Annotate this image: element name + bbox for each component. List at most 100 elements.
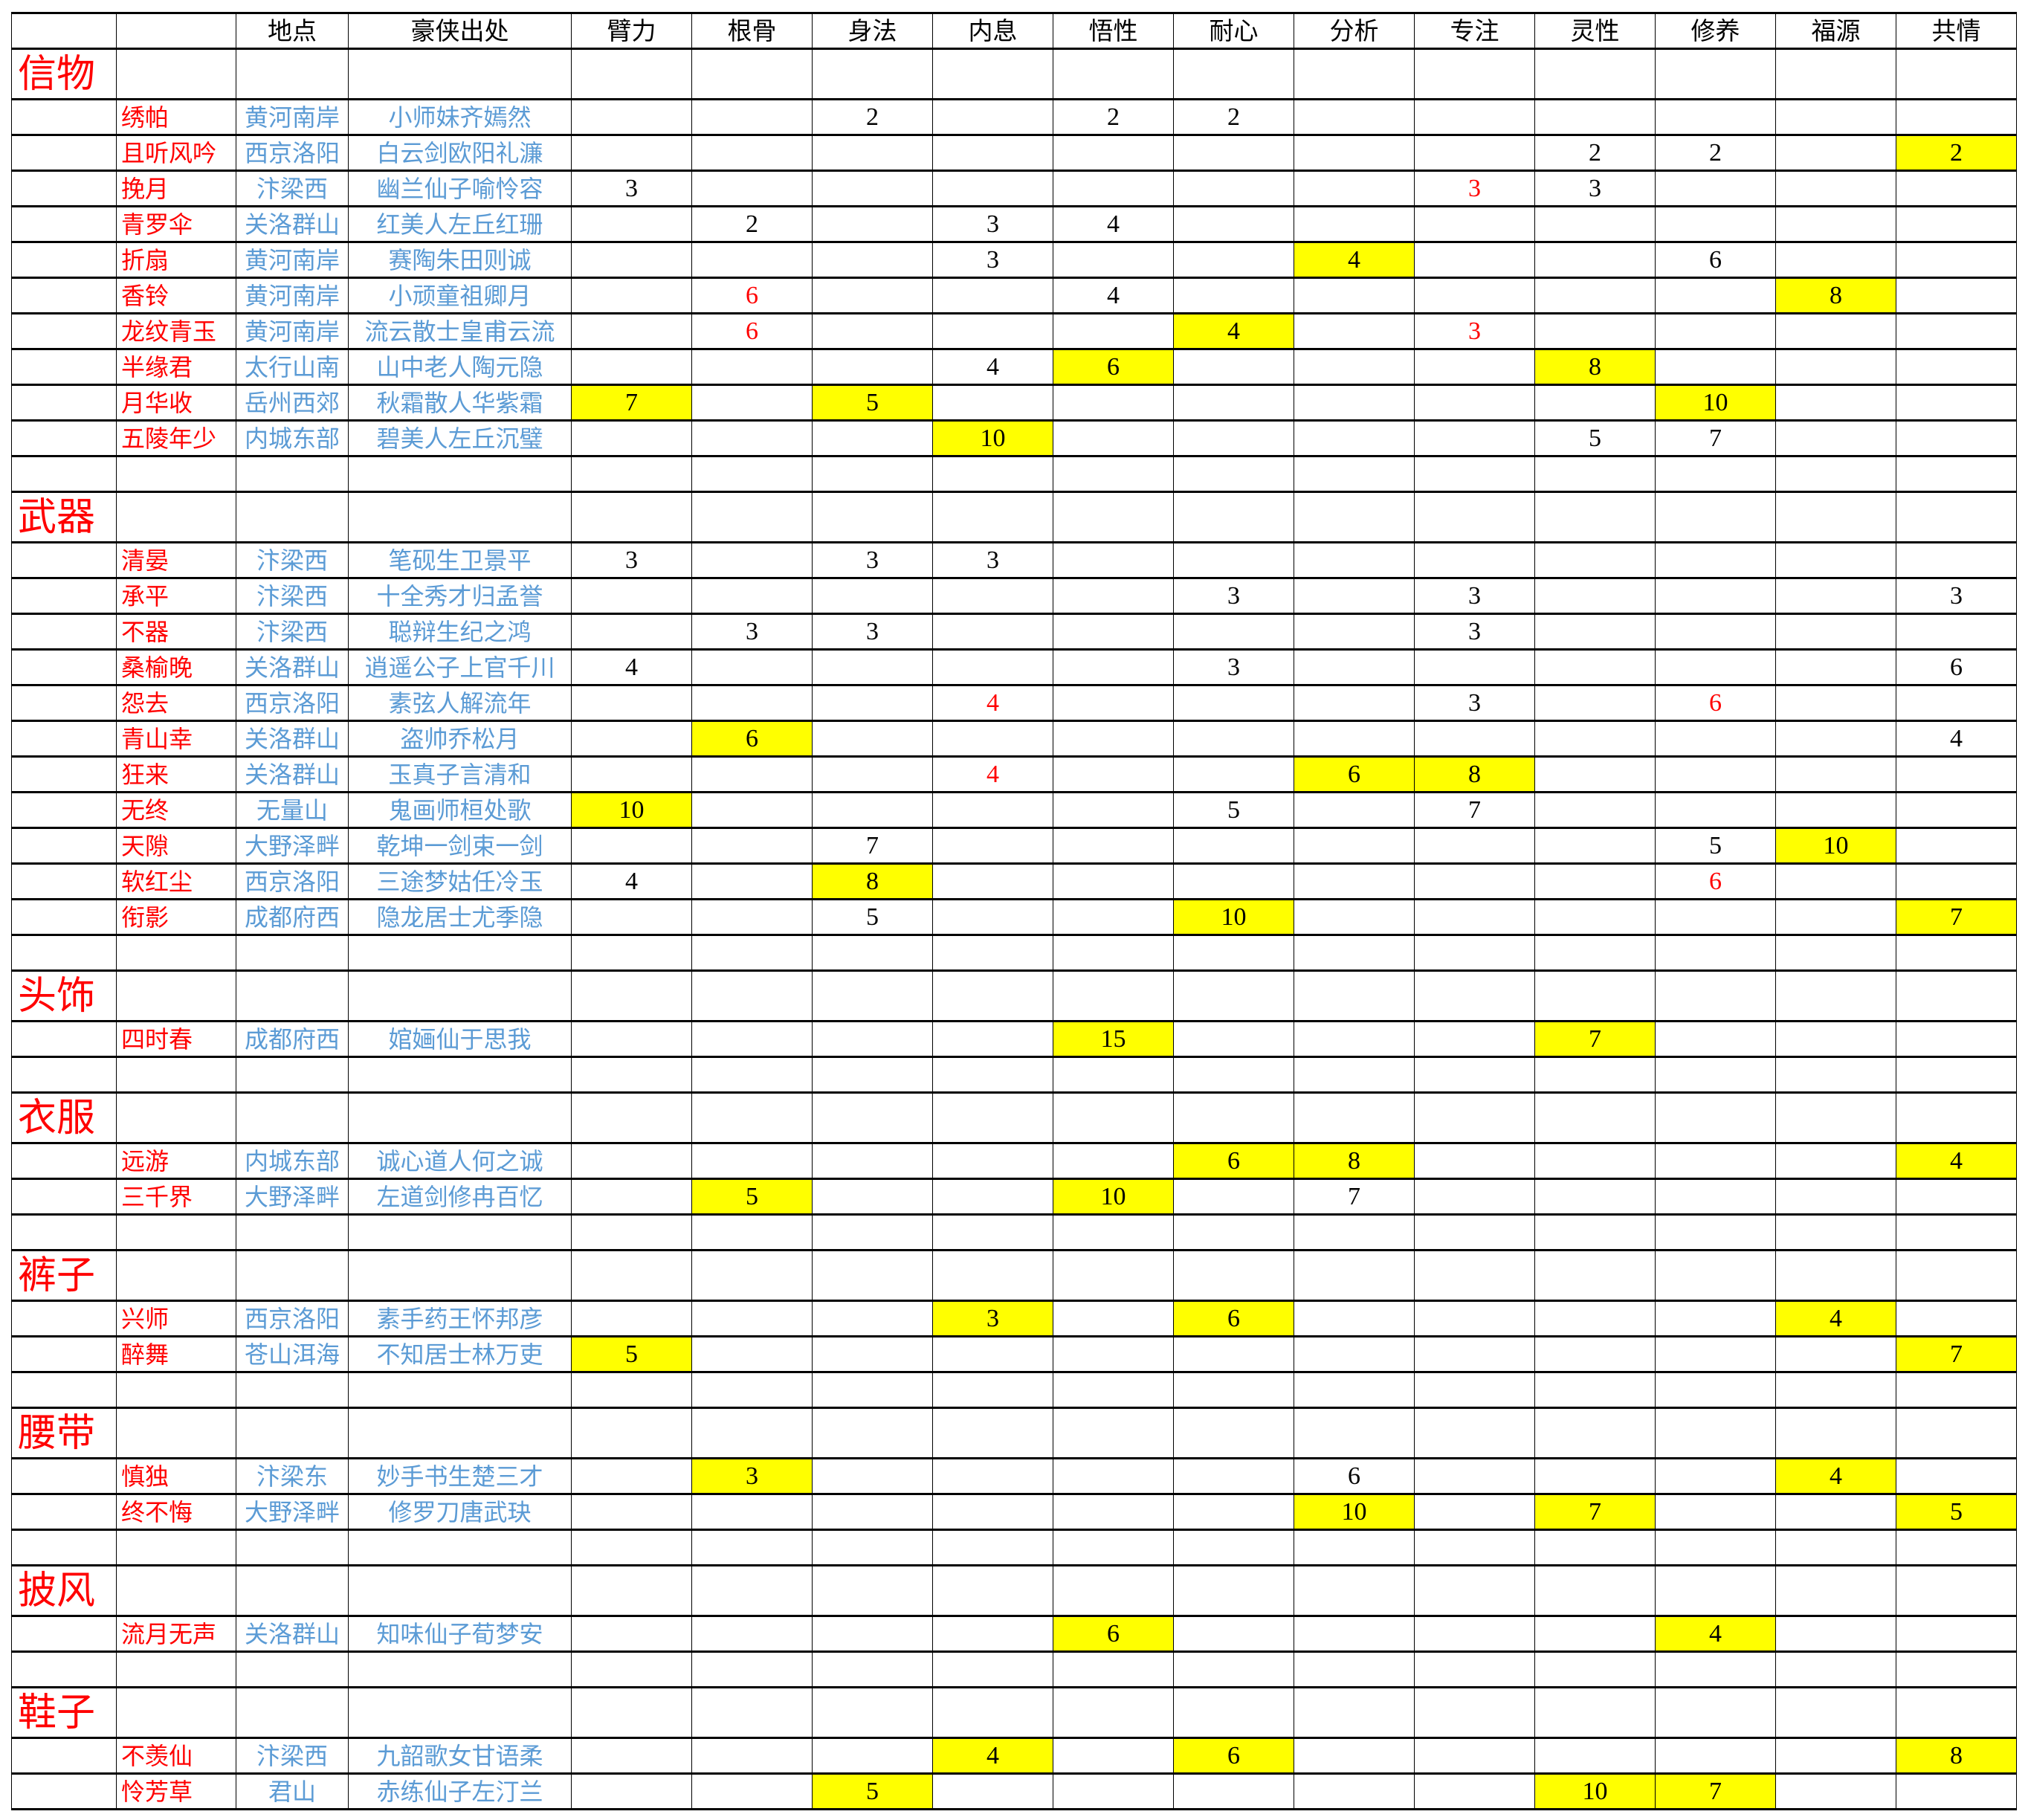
stat-cell[interactable]: 8	[1534, 348, 1656, 386]
stat-cell[interactable]: 10	[1775, 827, 1896, 865]
empty-cell[interactable]	[1896, 491, 2017, 543]
stat-cell[interactable]	[1775, 348, 1896, 386]
empty-cell[interactable]	[571, 1564, 692, 1617]
stat-cell[interactable]	[932, 577, 1053, 615]
empty-cell[interactable]	[932, 1249, 1053, 1302]
empty-cell[interactable]	[11, 1300, 117, 1337]
stat-cell[interactable]: 3	[1414, 684, 1535, 722]
column-header[interactable]: 臂力	[571, 12, 692, 50]
stat-cell[interactable]	[1294, 827, 1415, 865]
empty-cell[interactable]	[348, 1091, 572, 1144]
source-cell[interactable]: 婠婳仙于思我	[348, 1020, 572, 1058]
category-cell[interactable]: 腰带	[11, 1407, 117, 1459]
empty-cell[interactable]	[1655, 1091, 1776, 1144]
empty-cell[interactable]	[1294, 1564, 1415, 1617]
stat-cell[interactable]: 3	[1173, 648, 1294, 686]
stat-cell[interactable]	[1294, 720, 1415, 758]
stat-cell[interactable]	[932, 1142, 1053, 1180]
empty-cell[interactable]	[1173, 1213, 1294, 1251]
stat-cell[interactable]	[571, 348, 692, 386]
stat-cell[interactable]	[932, 1615, 1053, 1653]
stat-cell[interactable]	[1534, 755, 1656, 793]
empty-cell[interactable]	[812, 969, 933, 1022]
stat-cell[interactable]: 10	[1655, 384, 1776, 422]
stat-cell[interactable]	[1414, 1335, 1535, 1373]
category-cell[interactable]: 衣服	[11, 1091, 117, 1144]
item-name-cell[interactable]: 不羡仙	[116, 1737, 236, 1775]
stat-cell[interactable]	[1173, 1335, 1294, 1373]
empty-cell[interactable]	[1173, 1686, 1294, 1739]
empty-cell[interactable]	[236, 1650, 349, 1688]
stat-cell[interactable]	[1775, 862, 1896, 900]
stat-cell[interactable]	[1534, 1615, 1656, 1653]
stat-cell[interactable]	[1655, 577, 1776, 615]
empty-cell[interactable]	[1896, 455, 2017, 493]
empty-cell[interactable]	[348, 1249, 572, 1302]
stat-cell[interactable]	[1534, 1457, 1656, 1495]
empty-cell[interactable]	[236, 1056, 349, 1094]
stat-cell[interactable]	[1775, 170, 1896, 207]
stat-cell[interactable]	[1534, 1178, 1656, 1216]
empty-cell[interactable]	[1655, 1249, 1776, 1302]
stat-cell[interactable]	[812, 205, 933, 243]
stat-cell[interactable]: 10	[571, 791, 692, 829]
empty-cell[interactable]	[571, 1686, 692, 1739]
empty-cell[interactable]	[812, 1091, 933, 1144]
stat-cell[interactable]: 5	[1655, 827, 1776, 865]
stat-cell[interactable]	[1294, 1737, 1415, 1775]
stat-cell[interactable]	[1896, 419, 2017, 457]
stat-cell[interactable]	[932, 170, 1053, 207]
empty-cell[interactable]	[236, 1371, 349, 1409]
stat-cell[interactable]	[571, 419, 692, 457]
stat-cell[interactable]	[691, 419, 813, 457]
stat-cell[interactable]	[1896, 384, 2017, 422]
empty-cell[interactable]	[348, 1529, 572, 1566]
stat-cell[interactable]	[1173, 684, 1294, 722]
empty-cell[interactable]	[812, 1529, 933, 1566]
empty-cell[interactable]	[571, 491, 692, 543]
empty-cell[interactable]	[1294, 1686, 1415, 1739]
stat-cell[interactable]: 3	[1414, 312, 1535, 350]
item-name-cell[interactable]: 软红尘	[116, 862, 236, 900]
empty-cell[interactable]	[1655, 1529, 1776, 1566]
location-cell[interactable]: 汴梁西	[236, 1737, 349, 1775]
location-cell[interactable]: 西京洛阳	[236, 862, 349, 900]
empty-cell[interactable]	[11, 170, 117, 207]
empty-cell[interactable]	[1775, 1249, 1896, 1302]
column-header[interactable]: 修养	[1655, 12, 1776, 50]
empty-cell[interactable]	[691, 48, 813, 100]
item-name-cell[interactable]: 慎独	[116, 1457, 236, 1495]
stat-cell[interactable]	[691, 1300, 813, 1337]
empty-cell[interactable]	[1053, 48, 1174, 100]
empty-cell[interactable]	[1414, 1249, 1535, 1302]
stat-cell[interactable]	[1053, 170, 1174, 207]
location-cell[interactable]: 成都府西	[236, 898, 349, 936]
source-cell[interactable]: 三途梦姑任冷玉	[348, 862, 572, 900]
stat-cell[interactable]	[1053, 684, 1174, 722]
item-name-cell[interactable]: 青罗伞	[116, 205, 236, 243]
stat-cell[interactable]	[691, 1737, 813, 1775]
empty-cell[interactable]	[1294, 1371, 1415, 1409]
empty-cell[interactable]	[1534, 1091, 1656, 1144]
stat-cell[interactable]	[1294, 648, 1415, 686]
empty-cell[interactable]	[1655, 1564, 1776, 1617]
item-name-cell[interactable]: 天隙	[116, 827, 236, 865]
empty-cell[interactable]	[1655, 48, 1776, 100]
stat-cell[interactable]: 3	[1534, 170, 1656, 207]
stat-cell[interactable]	[571, 1178, 692, 1216]
empty-cell[interactable]	[1414, 1529, 1535, 1566]
stat-cell[interactable]: 4	[932, 1737, 1053, 1775]
column-header[interactable]: 专注	[1414, 12, 1535, 50]
empty-cell[interactable]	[691, 1650, 813, 1688]
stat-cell[interactable]	[1173, 348, 1294, 386]
stat-cell[interactable]	[1173, 205, 1294, 243]
stat-cell[interactable]	[1896, 205, 2017, 243]
empty-cell[interactable]	[691, 969, 813, 1022]
empty-cell[interactable]	[236, 1686, 349, 1739]
stat-cell[interactable]	[932, 613, 1053, 651]
empty-cell[interactable]	[11, 312, 117, 350]
stat-cell[interactable]	[1053, 1493, 1174, 1531]
stat-cell[interactable]	[691, 684, 813, 722]
empty-cell[interactable]	[1173, 1249, 1294, 1302]
column-header[interactable]: 共情	[1896, 12, 2017, 50]
